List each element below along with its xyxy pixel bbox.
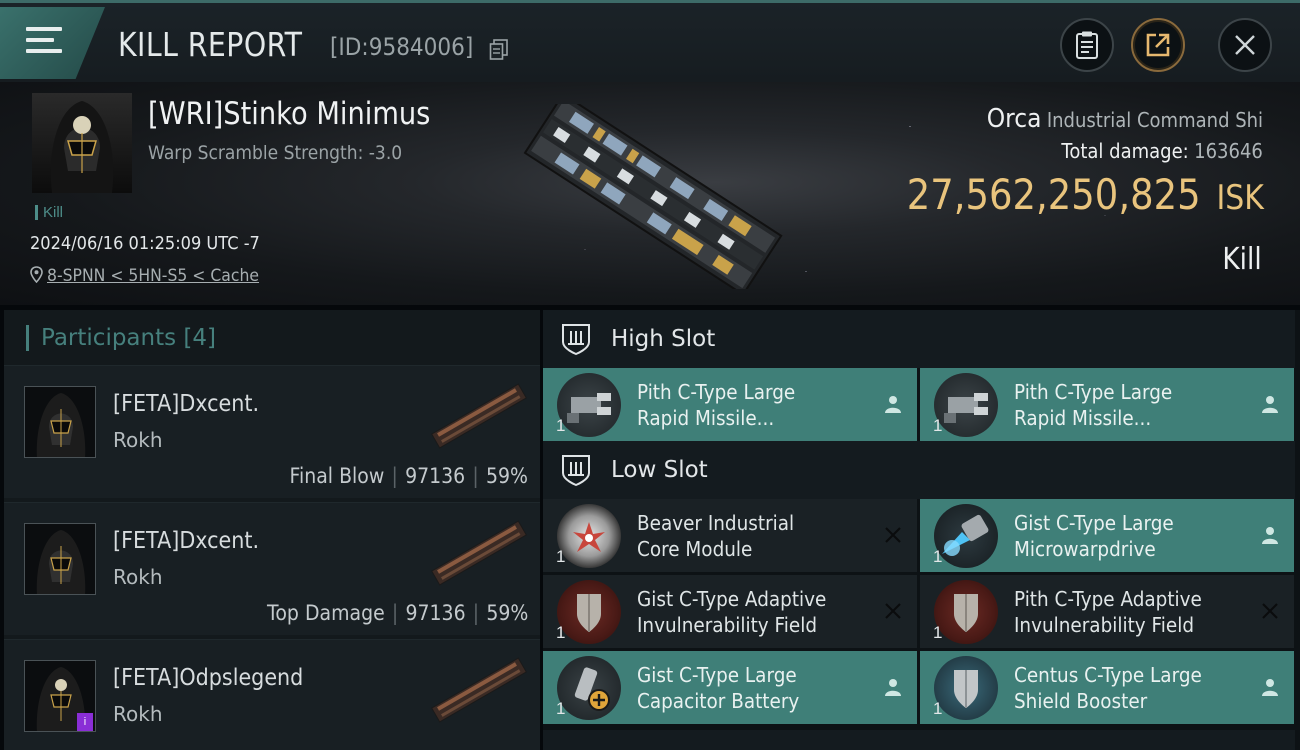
participant-avatar — [24, 386, 96, 458]
low-slot-icon — [562, 455, 590, 487]
participant-name: [FETA]Odpslegend — [113, 665, 304, 691]
mid-slot-header — [543, 730, 1295, 750]
header-bar: KILL REPORT [ID:9584006] — [0, 0, 1300, 82]
high-slot-label: High Slot — [611, 326, 716, 352]
participant-ship: Rokh — [113, 565, 163, 589]
menu-icon[interactable] — [26, 27, 62, 57]
participant-name: [FETA]Dxcent. — [113, 528, 260, 554]
person-icon — [885, 679, 901, 696]
participants-count: [4] — [183, 324, 217, 351]
missile-launcher-icon — [934, 372, 998, 437]
missile-launcher-icon — [557, 372, 621, 437]
copy-icon[interactable] — [489, 39, 509, 61]
participant-row[interactable]: i [FETA]Odpslegend Rokh — [4, 639, 540, 750]
capacitor-battery-icon — [557, 655, 621, 720]
kill-tag: Kill — [35, 205, 63, 220]
destroyed-x-icon — [885, 527, 901, 543]
low-slot-header: Low Slot — [543, 441, 1295, 499]
close-icon — [1235, 35, 1255, 55]
kill-datetime: 2024/06/16 01:25:09 UTC -7 — [30, 233, 260, 254]
destroyed-x-icon — [885, 603, 901, 619]
low-slot-label: Low Slot — [611, 457, 708, 483]
person-icon — [885, 396, 901, 413]
invulnerability-field-icon — [557, 579, 621, 644]
report-result: Kill — [1222, 242, 1262, 277]
person-icon — [1262, 527, 1278, 544]
module-name: Beaver Industrial Core Module — [637, 510, 795, 561]
victim-portrait[interactable] — [32, 93, 132, 193]
high-slot-icon — [562, 324, 590, 356]
total-damage: Total damage: 163646 — [1061, 139, 1263, 163]
module-name: Gist C-Type Large Capacitor Battery — [637, 662, 800, 713]
ship-name[interactable]: Orca Industrial Command Shi — [987, 104, 1263, 134]
participant-row[interactable]: [FETA]Dxcent. Rokh Top Damage | 97136 | 59% — [4, 502, 540, 635]
core-module-icon — [557, 503, 621, 568]
location-link[interactable]: 8-SPNN < 5HN-S5 < Cache — [30, 266, 277, 286]
share-icon — [1146, 33, 1170, 57]
microwarpdrive-icon — [934, 503, 998, 568]
module-item[interactable]: 1 Pith C-Type Large Rapid Missile... — [543, 368, 917, 441]
destroyed-x-icon — [1262, 603, 1278, 619]
participant-row[interactable]: [FETA]Dxcent. Rokh Final Blow | 97136 | 59% — [4, 365, 540, 498]
participant-ship: Rokh — [113, 702, 163, 726]
person-icon — [1262, 396, 1278, 413]
participant-avatar — [24, 523, 96, 595]
participants-header: Participants [4] — [4, 310, 540, 365]
clipboard-icon — [1076, 31, 1098, 59]
participant-ship: Rokh — [113, 428, 163, 452]
clipboard-button[interactable] — [1060, 18, 1114, 72]
ship-image — [523, 104, 783, 289]
person-icon — [1262, 679, 1278, 696]
participant-stats: Top Damage | 97136 | 59% — [266, 601, 528, 625]
participant-name: [FETA]Dxcent. — [113, 391, 260, 417]
info-badge: i — [77, 713, 93, 731]
report-id: [ID:9584006] — [330, 33, 474, 61]
module-name: Pith C-Type Large Rapid Missile... — [1014, 379, 1173, 430]
share-button[interactable] — [1131, 18, 1185, 72]
close-button[interactable] — [1218, 18, 1272, 72]
location-text[interactable]: 8-SPNN < 5HN-S5 < Cache — [47, 266, 259, 286]
module-name: Gist C-Type Large Microwarpdrive — [1014, 510, 1174, 561]
module-item[interactable]: 1 Beaver Industrial Core Module — [543, 499, 917, 572]
page-title: KILL REPORT — [118, 25, 303, 64]
victim-name[interactable]: [WRI]Stinko Minimus — [148, 96, 430, 132]
participant-stats: Final Blow | 97136 | 59% — [289, 464, 529, 488]
isk-value: 27,562,250,825 ISK — [906, 170, 1264, 219]
module-item[interactable]: 1 Pith C-Type Adaptive Invulnerability Fi… — [920, 575, 1294, 648]
module-item[interactable]: 1 Gist C-Type Large Microwarpdrive — [920, 499, 1294, 572]
participant-ship-icon — [431, 657, 527, 723]
participants-title: Participants — [41, 324, 177, 351]
participants-panel: Participants [4] [FETA]Dxcent. Rokh Fina… — [4, 310, 540, 750]
module-name: Pith C-Type Adaptive Invulnerability Fiel… — [1014, 586, 1202, 637]
module-item[interactable]: 1 Gist C-Type Adaptive Invulnerability Fi… — [543, 575, 917, 648]
location-pin-icon — [30, 266, 43, 284]
victim-summary: [WRI]Stinko Minimus Warp Scramble Streng… — [0, 82, 1300, 305]
fitting-panel: High Slot 1 Pith C-Type Large Rapid Missi… — [543, 310, 1300, 750]
participant-ship-icon — [431, 383, 527, 449]
module-name: Pith C-Type Large Rapid Missile... — [637, 379, 796, 430]
invulnerability-field-icon — [934, 579, 998, 644]
warp-scramble-strength: Warp Scramble Strength: -3.0 — [148, 142, 403, 164]
high-slot-header: High Slot — [543, 310, 1295, 368]
module-item[interactable]: 1 Centus C-Type Large Shield Booster — [920, 651, 1294, 724]
ship-class: Industrial Command Shi — [1046, 108, 1263, 132]
shield-booster-icon — [934, 655, 998, 720]
module-item[interactable]: 1 Gist C-Type Large Capacitor Battery — [543, 651, 917, 724]
participant-ship-icon — [431, 520, 527, 586]
module-name: Centus C-Type Large Shield Booster — [1014, 662, 1202, 713]
module-name: Gist C-Type Adaptive Invulnerability Fiel… — [637, 586, 827, 637]
module-item[interactable]: 1 Pith C-Type Large Rapid Missile... — [920, 368, 1294, 441]
